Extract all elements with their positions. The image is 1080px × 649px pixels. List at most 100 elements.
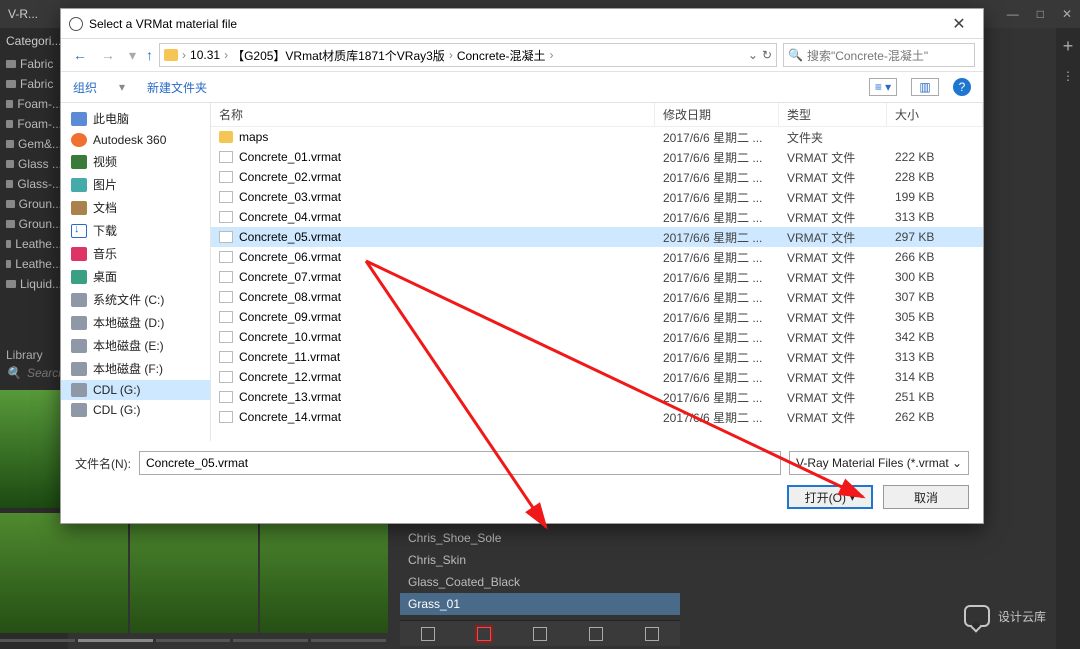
nav-item[interactable]: 此电脑 <box>61 107 210 130</box>
new-folder-button[interactable]: 新建文件夹 <box>147 79 207 96</box>
file-icon <box>219 291 233 303</box>
material-list-item[interactable]: Grass_01 <box>400 593 680 615</box>
col-type[interactable]: 类型 <box>779 103 887 126</box>
minimize-icon[interactable]: — <box>1007 7 1019 21</box>
file-row[interactable]: Concrete_08.vrmat2017/6/6 星期二 ...VRMAT 文… <box>211 287 983 307</box>
category-item[interactable]: Glass-... <box>0 174 68 194</box>
category-item[interactable]: Glass ... <box>0 154 68 174</box>
dialog-search[interactable]: 🔍 搜索"Concrete-混凝土" <box>783 43 975 67</box>
cancel-button[interactable]: 取消 <box>883 485 969 509</box>
material-list-item[interactable]: Chris_Shoe_Sole <box>400 527 680 549</box>
help-button[interactable]: ? <box>953 78 971 96</box>
thumb-scrubber[interactable] <box>0 636 386 644</box>
nav-item[interactable]: 视频 <box>61 150 210 173</box>
category-item[interactable]: Foam-... <box>0 114 68 134</box>
search-icon: 🔍 <box>6 366 21 380</box>
file-row[interactable]: Concrete_02.vrmat2017/6/6 星期二 ...VRMAT 文… <box>211 167 983 187</box>
maximize-icon[interactable]: □ <box>1037 7 1044 21</box>
tool-open-icon[interactable] <box>477 627 491 641</box>
category-item[interactable]: Gem&... <box>0 134 68 154</box>
file-row[interactable]: Concrete_03.vrmat2017/6/6 星期二 ...VRMAT 文… <box>211 187 983 207</box>
view-mode-button[interactable]: ≡ ▾ <box>869 78 897 96</box>
material-list-item[interactable]: Glass_Coated_Black <box>400 571 680 593</box>
nav-item[interactable]: Autodesk 360 <box>61 130 210 150</box>
breadcrumb-seg[interactable]: Concrete-混凝土 <box>457 47 546 64</box>
breadcrumb[interactable]: › 10.31 › 【G205】VRmat材质库1871个VRay3版 › Co… <box>159 43 777 67</box>
file-row[interactable]: Concrete_07.vrmat2017/6/6 星期二 ...VRMAT 文… <box>211 267 983 287</box>
file-row[interactable]: maps2017/6/6 星期二 ...文件夹 <box>211 127 983 147</box>
open-button[interactable]: 打开(O) ▾ <box>787 485 873 509</box>
chevron-down-icon[interactable]: ⌄ <box>748 48 758 62</box>
col-date[interactable]: 修改日期 <box>655 103 779 126</box>
nav-item[interactable]: 文档 <box>61 196 210 219</box>
category-item[interactable]: Foam-... <box>0 94 68 114</box>
file-type-select[interactable]: V-Ray Material Files (*.vrmat ⌄ <box>789 451 969 475</box>
category-item[interactable]: Fabric <box>0 74 68 94</box>
organize-button[interactable]: 组织 <box>73 79 97 96</box>
preview-pane-button[interactable]: ▥ <box>911 78 939 96</box>
col-name[interactable]: 名称 <box>211 103 655 126</box>
tool-new-icon[interactable] <box>421 627 435 641</box>
category-item[interactable]: Groun... <box>0 214 68 234</box>
file-row[interactable]: Concrete_13.vrmat2017/6/6 星期二 ...VRMAT 文… <box>211 387 983 407</box>
file-pane: 名称 修改日期 类型 大小 maps2017/6/6 星期二 ...文件夹Con… <box>211 103 983 441</box>
file-row[interactable]: Concrete_09.vrmat2017/6/6 星期二 ...VRMAT 文… <box>211 307 983 327</box>
nav-forward-icon[interactable]: → <box>97 45 119 65</box>
file-icon <box>219 251 233 263</box>
nav-item[interactable]: 桌面 <box>61 265 210 288</box>
folder-icon <box>6 180 13 188</box>
close-icon[interactable]: ✕ <box>1062 7 1072 21</box>
nav-item[interactable]: 图片 <box>61 173 210 196</box>
nav-item[interactable]: 下载 <box>61 219 210 242</box>
breadcrumb-seg[interactable]: 10.31 <box>190 48 220 62</box>
file-row[interactable]: Concrete_01.vrmat2017/6/6 星期二 ...VRMAT 文… <box>211 147 983 167</box>
material-thumb[interactable] <box>130 513 258 633</box>
tool-export-icon[interactable] <box>645 627 659 641</box>
folder-icon <box>6 260 11 268</box>
nav-item[interactable]: 音乐 <box>61 242 210 265</box>
file-row[interactable]: Concrete_06.vrmat2017/6/6 星期二 ...VRMAT 文… <box>211 247 983 267</box>
category-item[interactable]: Leathe... <box>0 254 68 274</box>
file-list[interactable]: maps2017/6/6 星期二 ...文件夹Concrete_01.vrmat… <box>211 127 983 441</box>
file-type-value: V-Ray Material Files (*.vrmat <box>796 456 949 470</box>
dialog-titlebar[interactable]: Select a VRMat material file ✕ <box>61 9 983 39</box>
file-row[interactable]: Concrete_04.vrmat2017/6/6 星期二 ...VRMAT 文… <box>211 207 983 227</box>
drive-icon <box>71 155 87 169</box>
category-item[interactable]: Fabric <box>0 54 68 74</box>
file-row[interactable]: Concrete_11.vrmat2017/6/6 星期二 ...VRMAT 文… <box>211 347 983 367</box>
category-item[interactable]: Leathe... <box>0 234 68 254</box>
breadcrumb-seg[interactable]: 【G205】VRmat材质库1871个VRay3版 <box>232 47 445 64</box>
nav-item[interactable]: CDL (G:) <box>61 380 210 400</box>
file-row[interactable]: Concrete_14.vrmat2017/6/6 星期二 ...VRMAT 文… <box>211 407 983 427</box>
more-icon[interactable]: ⋮ <box>1062 69 1074 83</box>
nav-recent-icon[interactable]: ▾ <box>125 45 140 66</box>
tool-save-icon[interactable] <box>533 627 547 641</box>
folder-icon <box>6 60 16 68</box>
nav-item[interactable]: 本地磁盘 (D:) <box>61 311 210 334</box>
category-item[interactable]: Groun... <box>0 194 68 214</box>
nav-item[interactable]: 系统文件 (C:) <box>61 288 210 311</box>
nav-back-icon[interactable]: ← <box>69 45 91 65</box>
file-row[interactable]: Concrete_10.vrmat2017/6/6 星期二 ...VRMAT 文… <box>211 327 983 347</box>
nav-item[interactable]: 本地磁盘 (E:) <box>61 334 210 357</box>
file-row[interactable]: Concrete_05.vrmat2017/6/6 星期二 ...VRMAT 文… <box>211 227 983 247</box>
category-item[interactable]: Liquid... <box>0 274 68 294</box>
nav-item[interactable]: 本地磁盘 (F:) <box>61 357 210 380</box>
file-row[interactable]: Concrete_12.vrmat2017/6/6 星期二 ...VRMAT 文… <box>211 367 983 387</box>
material-list-item[interactable]: Chris_Skin <box>400 549 680 571</box>
file-header[interactable]: 名称 修改日期 类型 大小 <box>211 103 983 127</box>
tool-delete-icon[interactable] <box>589 627 603 641</box>
nav-item[interactable]: CDL (G:) <box>61 400 210 420</box>
material-thumb[interactable] <box>0 513 128 633</box>
nav-pane[interactable]: 此电脑Autodesk 360视频图片文档下载音乐桌面系统文件 (C:)本地磁盘… <box>61 103 211 441</box>
dialog-close-button[interactable]: ✕ <box>943 14 975 34</box>
nav-up-icon[interactable]: ↑ <box>146 47 153 63</box>
material-thumb[interactable] <box>260 513 388 633</box>
add-button[interactable]: + <box>1063 36 1074 57</box>
refresh-icon[interactable]: ↻ <box>762 48 772 62</box>
watermark-text: 设计云库 <box>998 608 1046 625</box>
folder-icon <box>6 140 14 148</box>
library-search[interactable]: 🔍 Search <box>6 366 62 380</box>
filename-input[interactable] <box>139 451 781 475</box>
col-size[interactable]: 大小 <box>887 103 983 126</box>
